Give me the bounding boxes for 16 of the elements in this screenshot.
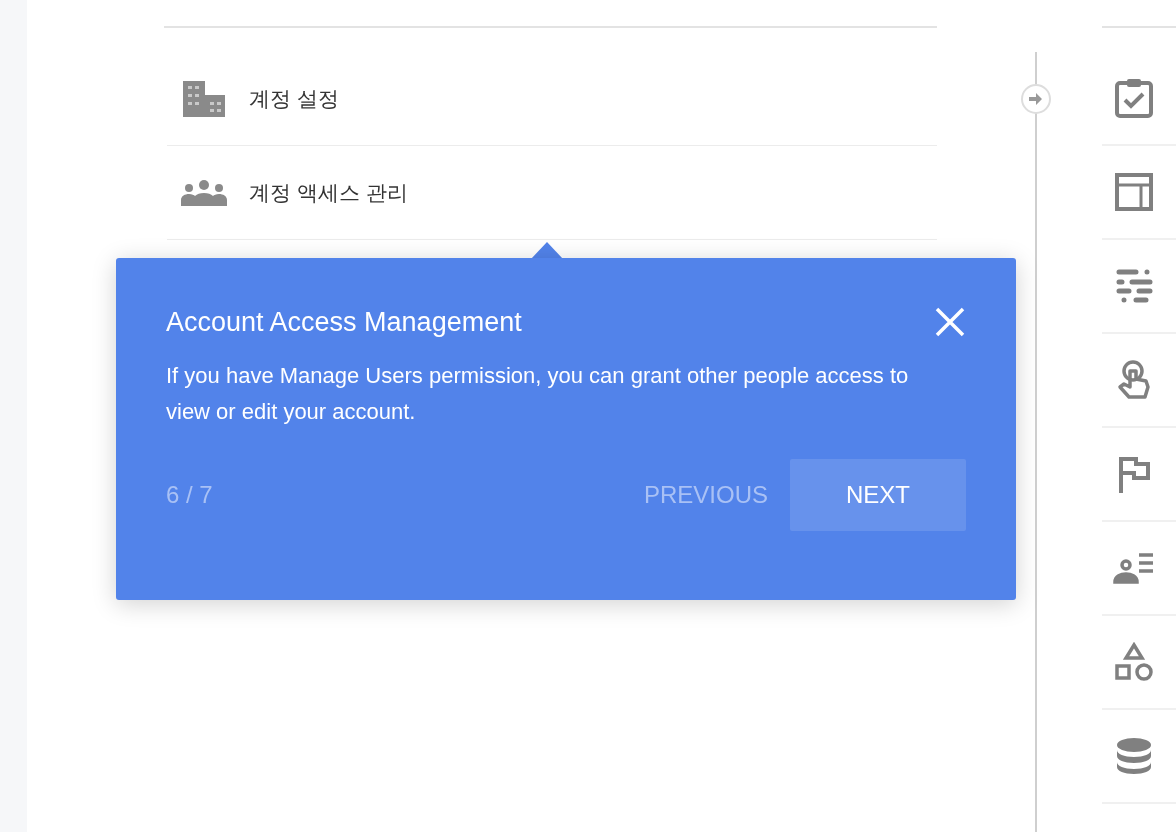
shapes-icon[interactable] (1114, 642, 1155, 682)
popover-title: Account Access Management (166, 306, 522, 339)
arrow-circle-icon[interactable] (1020, 83, 1053, 115)
people-group-icon (181, 177, 228, 208)
dashes-icon[interactable] (1115, 267, 1154, 305)
layout-icon[interactable] (1115, 173, 1154, 211)
close-icon[interactable] (934, 306, 966, 338)
step-counter: 6 / 7 (166, 480, 213, 511)
clipboard-check-icon[interactable] (1115, 78, 1154, 118)
popover-description: If you have Manage Users permission, you can grant other people access to view or edit your account. (166, 362, 910, 427)
contact-list-icon[interactable] (1113, 552, 1156, 584)
flag-icon[interactable] (1117, 455, 1152, 493)
menu-item[interactable]: 계정 액세스 관리 (249, 176, 408, 209)
database-icon[interactable] (1115, 737, 1154, 775)
building-icon (181, 78, 228, 119)
menu-item[interactable]: 계정 설정 (249, 82, 339, 115)
